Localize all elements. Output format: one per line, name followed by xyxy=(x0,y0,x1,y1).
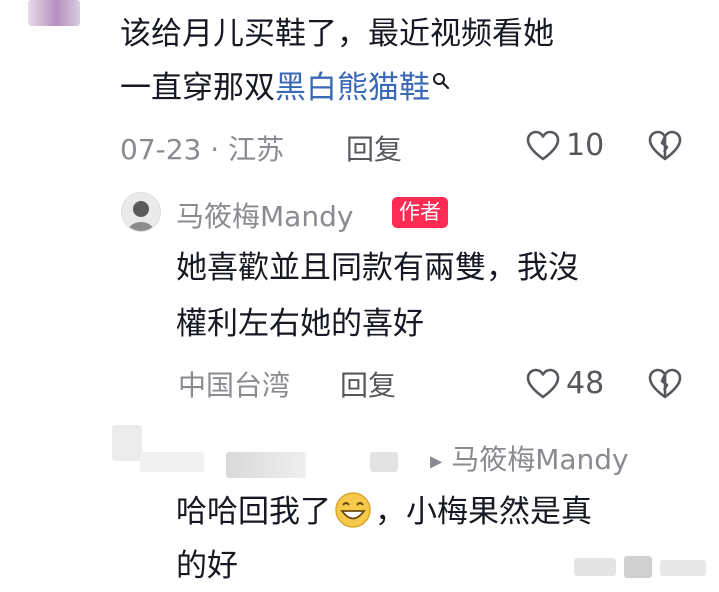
reply-text-line2: 權利左右她的喜好 xyxy=(176,306,424,342)
search-keyword-link[interactable]: 黑白熊猫鞋 xyxy=(275,70,430,106)
play-arrow-icon: ▶ xyxy=(430,451,443,471)
comment-text-line2: 一直穿那双黑白熊猫鞋 xyxy=(120,66,450,110)
reply-button[interactable]: 回复 xyxy=(346,128,402,168)
reply-text-line1: 她喜歡並且同款有兩雙，我沒 xyxy=(176,250,579,286)
broken-heart-icon xyxy=(648,130,682,161)
comment-location: 江苏 xyxy=(228,133,285,166)
avatar-blurred xyxy=(112,425,142,461)
watermark-blurred xyxy=(574,558,616,576)
heart-icon xyxy=(526,368,560,398)
avatar-image xyxy=(122,193,160,231)
avatar[interactable] xyxy=(121,192,161,232)
heart-icon xyxy=(526,130,560,160)
avatar-blurred xyxy=(28,0,80,26)
reply-to-name: 马筱梅Mandy xyxy=(451,443,629,476)
reply-text-part: ，小梅果然是真 xyxy=(375,494,592,530)
reply-to[interactable]: ▶ 马筱梅Mandy xyxy=(430,438,629,478)
like-count: 48 xyxy=(566,366,605,401)
meta-separator: · xyxy=(210,133,229,166)
username-blurred xyxy=(370,452,398,472)
comment-meta: 07-23 · 江苏 xyxy=(120,128,284,168)
like-button[interactable]: 10 xyxy=(526,128,604,163)
dislike-button[interactable] xyxy=(648,368,682,404)
reply-location: 中国台湾 xyxy=(178,369,291,402)
search-icon[interactable] xyxy=(432,72,450,92)
author-badge: 作者 xyxy=(392,197,448,228)
comment-date: 07-23 xyxy=(120,133,202,166)
reply-text-line1: 哈哈回我了 ，小梅果然是真 xyxy=(176,490,592,534)
reply-text-line2: 的好 xyxy=(176,548,238,584)
dislike-button[interactable] xyxy=(648,130,682,166)
watermark-blurred xyxy=(624,556,652,578)
avatar-blurred xyxy=(140,452,204,472)
grin-emoji-icon xyxy=(335,492,371,528)
author-name[interactable]: 马筱梅Mandy xyxy=(176,195,353,235)
broken-heart-icon xyxy=(648,368,682,399)
comment-text-prefix: 一直穿那双 xyxy=(120,70,275,106)
watermark-blurred xyxy=(660,560,706,576)
reply-button[interactable]: 回复 xyxy=(340,364,396,404)
comment-text-line1: 该给月儿买鞋了，最近视频看她 xyxy=(120,16,554,52)
reply-text-part: 哈哈回我了 xyxy=(176,494,331,530)
like-button[interactable]: 48 xyxy=(526,366,604,401)
like-count: 10 xyxy=(566,128,605,163)
username-blurred xyxy=(226,452,306,478)
